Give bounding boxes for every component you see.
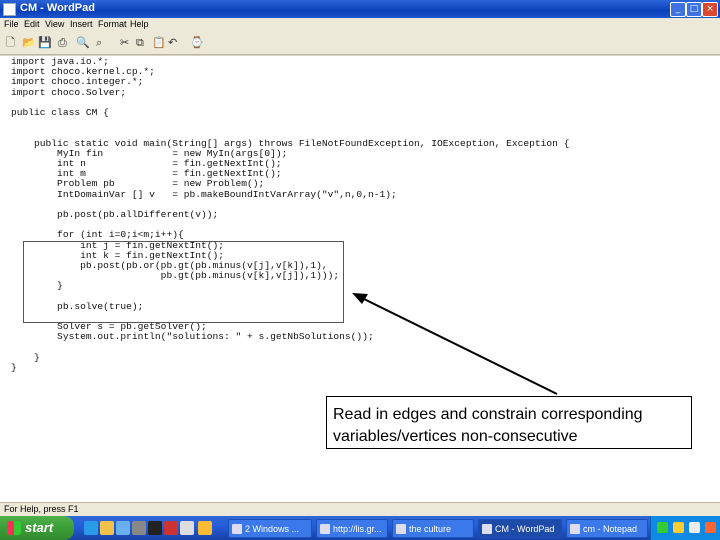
callout-text: Read in edges and constrain correspondin… — [333, 406, 643, 445]
folder-icon — [232, 524, 242, 534]
system-tray — [650, 516, 720, 540]
task-wordpad[interactable]: CM - WordPad — [478, 519, 562, 538]
task-windows-explorer[interactable]: 2 Windows ... — [228, 519, 312, 538]
quicklaunch-doc-icon[interactable] — [180, 521, 194, 535]
task-browser[interactable]: http://lis.gr... — [316, 519, 388, 538]
tray-app-icon[interactable] — [705, 522, 716, 533]
wordpad-icon — [482, 524, 492, 534]
callout-box: Read in edges and constrain correspondin… — [326, 396, 692, 449]
quicklaunch-folder-icon[interactable] — [198, 521, 212, 535]
cmd-icon[interactable] — [148, 521, 162, 535]
status-text: For Help, press F1 — [4, 504, 79, 514]
desktop-icon[interactable] — [132, 521, 146, 535]
callout-arrow — [352, 293, 558, 395]
quicklaunch-app-icon[interactable] — [164, 521, 178, 535]
media-icon[interactable] — [116, 521, 130, 535]
document-icon — [396, 524, 406, 534]
volume-icon[interactable] — [689, 522, 700, 533]
task-notepad[interactable]: cm - Notepad — [566, 519, 648, 538]
security-icon[interactable] — [673, 522, 684, 533]
notepad-icon — [570, 524, 580, 534]
start-button[interactable]: start — [0, 516, 74, 540]
browser-icon — [320, 524, 330, 534]
status-bar: For Help, press F1 — [0, 502, 720, 517]
explorer-icon[interactable] — [100, 521, 114, 535]
network-icon[interactable] — [657, 522, 668, 533]
windows-logo-icon — [7, 521, 21, 535]
ie-icon[interactable] — [84, 521, 98, 535]
task-culture[interactable]: the culture — [392, 519, 474, 538]
taskbar: start 2 Windows ... http://lis.gr... the… — [0, 516, 720, 540]
